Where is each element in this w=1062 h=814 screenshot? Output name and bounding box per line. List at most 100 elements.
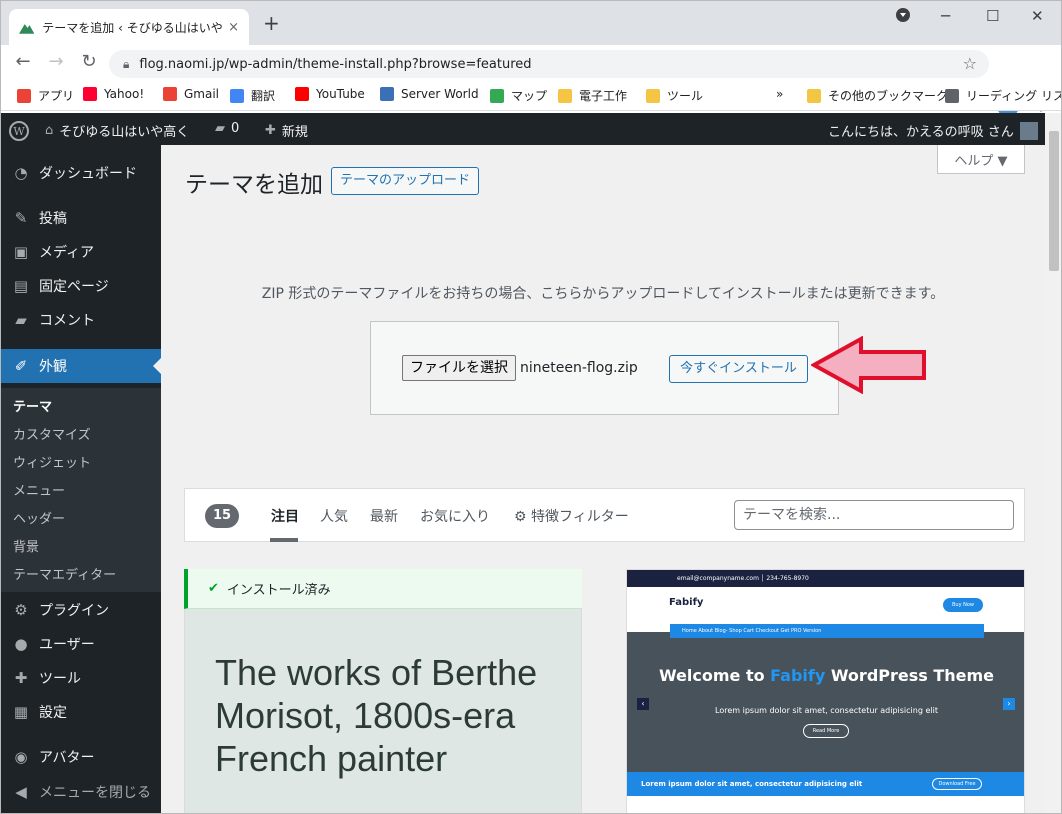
sidebar-item-label: 設定 [39,705,67,721]
bookmark-item[interactable]: Gmail [163,87,219,101]
sidebar-item[interactable]: ✐ 外観 [1,349,161,383]
submenu-item[interactable]: カスタマイズ [13,424,91,443]
tab-feature-filter[interactable]: ⚙ 特徴フィルター [514,506,629,526]
bookmark-favicon-icon [83,87,97,101]
fabify-buy-button: Buy Now [943,598,983,612]
bookmark-favicon-icon [558,88,572,103]
submenu-item[interactable]: テーマエディター [13,564,116,583]
bookmark-favicon-icon [807,88,821,103]
gear-icon: ⚙ [514,509,527,525]
sidebar-item-label: 固定ページ [39,279,109,295]
installed-notice: ✔ インストール済み [184,569,582,609]
submenu-item[interactable]: ウィジェット [13,452,91,471]
active-tab-indicator [270,538,298,542]
tab-close-icon[interactable]: × [228,20,239,35]
tab-latest[interactable]: 最新 [370,506,398,526]
bookmark-favicon-icon [945,88,959,103]
bookmark-item[interactable]: その他のブックマーク [807,87,948,104]
tab-popular[interactable]: 人気 [320,506,348,526]
maximize-icon[interactable]: ☐ [986,7,999,25]
bookmark-label: ツール [667,89,704,103]
browser-toolbar: ← → ↻ 🔒︎ flog.naomi.jp/wp-admin/theme-in… [1,45,1061,117]
bookmark-item[interactable]: YouTube [295,87,365,101]
sidebar-item[interactable]: ● ユーザー [1,627,161,661]
tab-title: テーマを追加 ‹ そびゆる山はいや高く — W [42,20,223,35]
theme-search-input[interactable]: テーマを検索... [734,500,1014,530]
back-icon[interactable]: ← [11,51,35,72]
reload-icon[interactable]: ↻ [77,51,101,72]
bookmark-item[interactable]: アプリ [17,87,74,104]
submenu-item[interactable]: メニュー [13,480,65,499]
sidebar-item[interactable]: ✚ ツール [1,661,161,695]
comment-icon: ▰ [15,311,27,329]
sidebar-item[interactable]: ◉ アバター [1,740,161,774]
new-label: 新規 [281,125,308,140]
fabify-download: Download Free [932,778,982,790]
bookmark-item[interactable]: Yahoo! [83,87,144,101]
sidebar-item[interactable]: ▣ メディア [1,235,161,269]
bookmark-favicon-icon [295,87,309,101]
bookmark-item[interactable]: 電子工作 [558,87,627,104]
submenu-item[interactable]: 背景 [13,536,39,555]
wordpress-logo-icon[interactable]: W [9,121,29,141]
dashboard-icon: ◔ [14,164,28,182]
comment-bubble-icon: ▰ [215,121,225,136]
bookmark-item[interactable]: 翻訳 [230,87,275,104]
admin-sidebar: ◔ ダッシュボード ✎ 投稿 ▣ メディア ▤ 固定ページ ▰ コメント ✐ 外観 ⚙ プラグイン ● ユーザ… [1,145,161,813]
sidebar-item[interactable]: ◀ メニューを閉じる [1,775,161,809]
lock-icon: 🔒︎ [123,56,130,71]
scrollbar-thumb[interactable] [1049,131,1059,271]
fabify-hero-subtitle: Lorem ipsum dolor sit amet, consectetur … [715,706,938,715]
sidebar-item[interactable]: ◔ ダッシュボード [1,156,161,190]
upload-theme-button[interactable]: テーマのアップロード [331,167,480,195]
sidebar-item-label: ダッシュボード [39,166,137,182]
install-now-button[interactable]: 今すぐインストール [669,355,808,383]
bookmark-item[interactable]: リーディング リスト [945,87,1061,104]
forward-icon[interactable]: → [44,51,68,72]
home-icon: ⌂ [45,123,54,138]
settings-icon: ▦ [13,703,29,721]
page-title: テーマを追加 [185,172,323,198]
bookmark-favicon-icon [230,88,244,103]
tab-favorites[interactable]: お気に入り [420,506,490,526]
bookmark-star-icon[interactable]: ☆ [963,54,977,73]
fabify-hero-title: Welcome to Fabify WordPress Theme [658,666,995,685]
new-tab-button[interactable]: + [263,13,280,33]
submenu-item[interactable]: ヘッダー [13,508,65,527]
bookmark-favicon-icon [380,87,394,101]
bookmark-item[interactable]: マップ [490,87,547,104]
tab-featured[interactable]: 注目 [271,506,299,526]
help-tab-button[interactable]: ヘルプ ▼ [937,145,1025,174]
minimize-icon[interactable]: ─ [941,7,950,25]
site-name-link[interactable]: ⌂ そびゆる山はいや高く [45,121,189,140]
window-close-icon[interactable]: ✕ [1031,7,1044,25]
fabify-logo: Fabify [669,597,704,608]
sidebar-item[interactable]: ▰ コメント [1,303,161,337]
sidebar-item[interactable]: ✎ 投稿 [1,201,161,235]
account-menu[interactable]: こんにちは、かえるの呼吸 さん [828,121,1038,140]
choose-file-button[interactable]: ファイルを選択 [402,355,516,381]
sidebar-item[interactable]: ⚙ プラグイン [1,593,161,627]
upload-description: ZIP 形式のテーマファイルをお持ちの場合、こちらからアップロードしてインストー… [261,286,945,302]
bookmark-item[interactable]: » [776,87,783,101]
bookmarks-bar: アプリ Yahoo! Gmail 翻訳 YouTube Server World マップ 電子… [1,81,1061,111]
bookmark-item[interactable]: Server World [380,87,479,101]
sidebar-item-label: アバター [39,750,95,766]
address-bar[interactable]: 🔒︎ flog.naomi.jp/wp-admin/theme-install.… [109,50,989,78]
sidebar-item[interactable]: ▤ 固定ページ [1,269,161,303]
fabify-prev-icon: ‹ [637,698,649,710]
wp-admin-bar: W ⌂ そびゆる山はいや高く ▰ 0 ✚ 新規 こんにちは、かえるの呼吸 さん [1,113,1061,145]
comments-link[interactable]: ▰ 0 [215,121,239,136]
sidebar-item[interactable]: ▦ 設定 [1,695,161,729]
bookmark-item[interactable]: ツール [646,87,703,104]
page-scrollbar[interactable] [1045,113,1061,813]
new-content-link[interactable]: ✚ 新規 [265,121,308,140]
theme-card-fabify[interactable]: email@companyname.com │ 234-765-8970 Fab… [626,569,1025,813]
bookmark-label: リーディング リスト [966,89,1061,103]
greeting: こんにちは、かえるの呼吸 さん [828,125,1014,140]
submenu-item[interactable]: テーマ [13,396,52,415]
browser-tab[interactable]: テーマを追加 ‹ そびゆる山はいや高く — W × [9,9,249,45]
bookmark-label: 翻訳 [251,89,276,103]
bookmark-favicon-icon [646,88,660,103]
profile-menu-icon[interactable] [895,7,911,27]
